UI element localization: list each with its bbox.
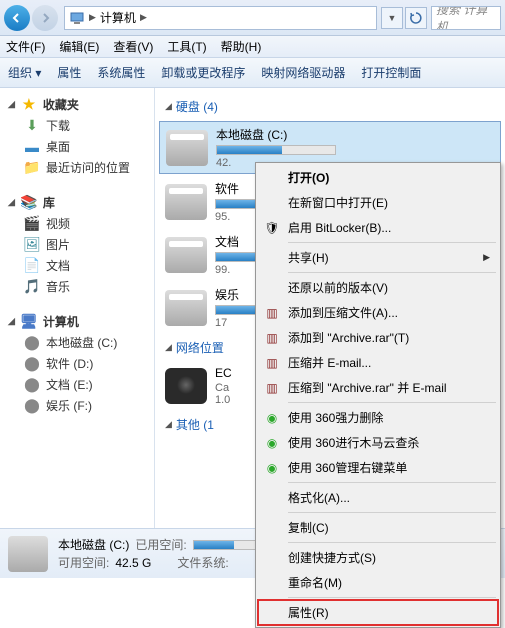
rar-icon: ▥ bbox=[264, 330, 280, 346]
context-menu-item[interactable]: 还原以前的版本(V) bbox=[258, 275, 498, 300]
sidebar-item[interactable]: ▬桌面 bbox=[0, 136, 154, 157]
context-menu-item[interactable]: ◉使用 360进行木马云查杀 bbox=[258, 430, 498, 455]
img-icon: 🖼 bbox=[24, 237, 40, 253]
titlebar: ▶ 计算机 ▶ ▼ 搜索 计算机 bbox=[0, 0, 505, 36]
context-menu-item[interactable]: ◉使用 360强力删除 bbox=[258, 405, 498, 430]
camera-icon bbox=[165, 368, 207, 404]
nav-buttons bbox=[4, 5, 58, 31]
sidebar-item[interactable]: ⬤娱乐 (F:) bbox=[0, 395, 154, 416]
recent-icon: 📁 bbox=[24, 160, 40, 176]
drive-icon bbox=[165, 290, 207, 326]
computer-icon bbox=[69, 10, 85, 26]
360-icon: ◉ bbox=[264, 410, 280, 426]
sidebar-item[interactable]: ⬤软件 (D:) bbox=[0, 353, 154, 374]
menu-item[interactable]: 工具(T) bbox=[167, 38, 206, 55]
drv-icon: ⬤ bbox=[24, 335, 40, 351]
search-placeholder: 搜索 计算机 bbox=[436, 6, 496, 30]
sidebar-item[interactable]: ⬇下载 bbox=[0, 115, 154, 136]
drv-icon: ⬤ bbox=[24, 377, 40, 393]
sidebar-header[interactable]: ◢🖥计算机 bbox=[0, 311, 154, 332]
usage-bar bbox=[193, 540, 263, 550]
drive-icon bbox=[8, 536, 48, 572]
toolbar-item[interactable]: 映射网络驱动器 bbox=[261, 64, 345, 81]
doc-icon: 📄 bbox=[24, 258, 40, 274]
drv-icon: ⬤ bbox=[24, 398, 40, 414]
context-menu-item[interactable]: 🛡启用 BitLocker(B)... bbox=[258, 215, 498, 240]
360-icon: ◉ bbox=[264, 435, 280, 451]
breadcrumb-actions: ▼ bbox=[381, 7, 427, 29]
drive-icon bbox=[165, 184, 207, 220]
breadcrumb-separator: ▶ bbox=[140, 12, 147, 23]
comp-icon: 🖥 bbox=[21, 314, 37, 330]
sidebar-item[interactable]: 📁最近访问的位置 bbox=[0, 157, 154, 178]
shield-icon: 🛡 bbox=[264, 220, 280, 236]
sidebar-header[interactable]: ◢📚库 bbox=[0, 192, 154, 213]
status-title: 本地磁盘 (C:) bbox=[58, 536, 129, 553]
context-menu-item[interactable]: ▥压缩并 E-mail... bbox=[258, 350, 498, 375]
context-menu-item[interactable]: 属性(R) bbox=[258, 600, 498, 625]
context-menu: 打开(O)在新窗口中打开(E)🛡启用 BitLocker(B)... 共享(H)▶… bbox=[255, 162, 501, 628]
menu-item[interactable]: 查看(V) bbox=[113, 38, 153, 55]
context-menu-item[interactable]: 重命名(M) bbox=[258, 570, 498, 595]
toolbar-item[interactable]: 属性 bbox=[57, 64, 81, 81]
breadcrumb-separator: ▶ bbox=[89, 12, 96, 23]
drive-icon bbox=[166, 130, 208, 166]
drive-icon bbox=[165, 237, 207, 273]
menubar: 文件(F) 编辑(E) 查看(V) 工具(T) 帮助(H) bbox=[0, 36, 505, 58]
back-button[interactable] bbox=[4, 5, 30, 31]
context-menu-item[interactable]: ▥压缩到 "Archive.rar" 并 E-mail bbox=[258, 375, 498, 400]
context-menu-item[interactable]: 共享(H)▶ bbox=[258, 245, 498, 270]
dl-icon: ⬇ bbox=[24, 118, 40, 134]
toolbar-item[interactable]: 打开控制面 bbox=[361, 64, 421, 81]
toolbar-item[interactable]: 卸载或更改程序 bbox=[161, 64, 245, 81]
context-menu-item[interactable]: 格式化(A)... bbox=[258, 485, 498, 510]
context-menu-item[interactable]: 打开(O) bbox=[258, 165, 498, 190]
context-menu-item[interactable]: ◉使用 360管理右键菜单 bbox=[258, 455, 498, 480]
sidebar-item[interactable]: 🖼图片 bbox=[0, 234, 154, 255]
toolbar-item[interactable]: 组织 ▾ bbox=[8, 64, 41, 81]
context-menu-item[interactable]: 创建快捷方式(S) bbox=[258, 545, 498, 570]
menu-item[interactable]: 文件(F) bbox=[6, 38, 45, 55]
menu-item[interactable]: 编辑(E) bbox=[59, 38, 99, 55]
star-icon: ★ bbox=[21, 97, 37, 113]
toolbar: 组织 ▾ 属性系统属性卸载或更改程序映射网络驱动器打开控制面 bbox=[0, 58, 505, 88]
drv-icon: ⬤ bbox=[24, 356, 40, 372]
context-menu-item[interactable]: ▥添加到压缩文件(A)... bbox=[258, 300, 498, 325]
rar-icon: ▥ bbox=[264, 355, 280, 371]
sidebar-item[interactable]: 📄文档 bbox=[0, 255, 154, 276]
dropdown-button[interactable]: ▼ bbox=[381, 7, 403, 29]
collapse-icon: ◢ bbox=[165, 101, 172, 112]
rar-icon: ▥ bbox=[264, 305, 280, 321]
lib-icon: 📚 bbox=[21, 195, 37, 211]
sidebar-header[interactable]: ◢★收藏夹 bbox=[0, 94, 154, 115]
sidebar-item[interactable]: 🎵音乐 bbox=[0, 276, 154, 297]
desk-icon: ▬ bbox=[24, 139, 40, 155]
section-header-drives[interactable]: ◢ 硬盘 (4) bbox=[159, 94, 501, 119]
rar-icon: ▥ bbox=[264, 380, 280, 396]
sidebar-item[interactable]: ⬤本地磁盘 (C:) bbox=[0, 332, 154, 353]
collapse-icon: ◢ bbox=[165, 419, 172, 430]
sidebar-item[interactable]: ⬤文档 (E:) bbox=[0, 374, 154, 395]
toolbar-item[interactable]: 系统属性 bbox=[97, 64, 145, 81]
sidebar-item[interactable]: 🎬视频 bbox=[0, 213, 154, 234]
breadcrumb-text[interactable]: 计算机 bbox=[100, 9, 136, 26]
context-menu-item[interactable]: 复制(C) bbox=[258, 515, 498, 540]
context-menu-item[interactable]: 在新窗口中打开(E) bbox=[258, 190, 498, 215]
360-icon: ◉ bbox=[264, 460, 280, 476]
mus-icon: 🎵 bbox=[24, 279, 40, 295]
collapse-icon: ◢ bbox=[165, 342, 172, 353]
context-menu-item[interactable]: ▥添加到 "Archive.rar"(T) bbox=[258, 325, 498, 350]
forward-button[interactable] bbox=[32, 5, 58, 31]
vid-icon: 🎬 bbox=[24, 216, 40, 232]
search-input[interactable]: 搜索 计算机 bbox=[431, 6, 501, 30]
menu-item[interactable]: 帮助(H) bbox=[221, 38, 262, 55]
sidebar: ◢★收藏夹⬇下载▬桌面📁最近访问的位置◢📚库🎬视频🖼图片📄文档🎵音乐◢🖥计算机⬤… bbox=[0, 88, 155, 528]
refresh-button[interactable] bbox=[405, 7, 427, 29]
breadcrumb[interactable]: ▶ 计算机 ▶ bbox=[64, 6, 377, 30]
